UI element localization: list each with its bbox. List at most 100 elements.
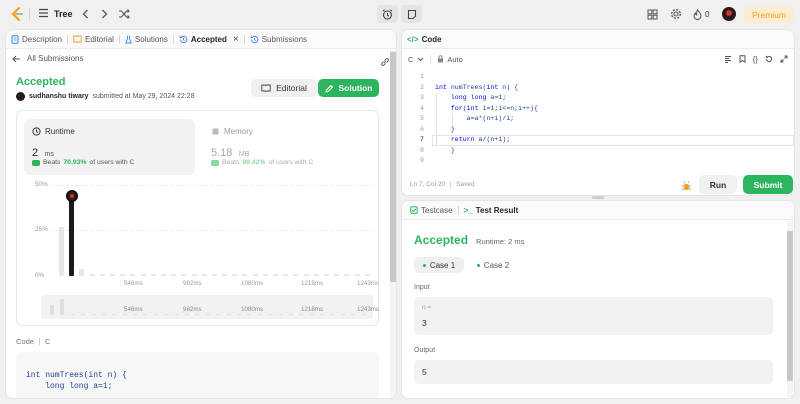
memory-header: Memory [211,127,253,136]
list-icon [38,5,49,23]
problem-list-button[interactable]: Tree [38,6,73,22]
runtime-bar[interactable] [242,274,248,276]
scrollbar-thumb[interactable] [787,231,793,381]
runtime-bar[interactable] [303,274,309,276]
debugger-icon[interactable] [681,179,692,195]
grid-icon [647,9,657,19]
indent-guide [436,135,437,146]
tab-description[interactable]: Description [6,30,67,49]
beats-prefix: Beats [222,159,240,166]
runtime-bar[interactable] [191,274,197,276]
next-problem-button[interactable] [98,7,111,21]
editorial-button-label: Editorial [276,83,307,93]
runtime-bar[interactable] [140,274,146,276]
layout-button[interactable] [645,7,659,21]
prev-problem-button[interactable] [79,7,92,21]
runtime-bar[interactable] [283,274,289,276]
run-button[interactable]: Run [699,175,737,194]
line-number: 3 [420,94,424,101]
format-icon[interactable] [724,55,732,63]
case-1-tab[interactable]: Case 1 [414,257,464,273]
language-select[interactable]: C [408,55,424,64]
minimap-tick-label: 1243ms [357,306,380,313]
streak-counter[interactable]: 0 [693,7,709,21]
line-number: 5 [420,115,424,122]
tab-submissions[interactable]: Submissions [245,30,312,49]
code-area[interactable]: 1 2 3 4 5 6 7 8 9 int numTrees(int n) { long lon… [402,72,794,172]
scrollbar-thumb[interactable] [390,52,396,282]
premium-button[interactable]: Premium [744,6,794,23]
indent-guide [452,114,453,125]
runtime-bar[interactable] [120,274,126,276]
runtime-bar[interactable] [262,274,268,276]
runtime-bar[interactable] [334,274,340,276]
line-number: 7 [420,136,424,143]
editorial-button[interactable]: Editorial [251,79,317,97]
bookmark-icon[interactable] [739,55,746,63]
runtime-bar[interactable] [79,268,85,276]
saved-status: Saved [456,181,475,188]
tab-solutions[interactable]: Solutions [120,30,173,49]
tab-code-label: Code [421,34,442,44]
runtime-bar[interactable] [232,274,238,276]
runtime-bar[interactable] [293,274,299,276]
username[interactable]: sudhanshu tiwary [29,93,89,100]
close-icon[interactable]: × [233,34,239,45]
left-scrollbar[interactable] [390,50,396,398]
tab-editorial[interactable]: Editorial [68,30,119,49]
timer-button[interactable] [377,5,398,23]
tab-code[interactable]: </> Code [402,30,447,49]
submitted-code-block[interactable]: int numTrees(int n) { long long a=1; [16,352,379,398]
submit-button[interactable]: Submit [743,175,793,194]
runtime-box[interactable]: Runtime 2 ms Beats 70.93% of users with … [24,119,195,175]
settings-button[interactable] [669,7,683,21]
memory-box[interactable]: Memory 5.18 MB Beats 99.42% of users wit… [203,119,373,175]
notes-button[interactable] [401,5,422,23]
random-problem-button[interactable] [116,7,131,21]
panel-resize-handle[interactable] [592,196,604,199]
leetcode-logo-icon[interactable] [9,7,24,22]
tab-test-result[interactable]: >_ Test Result [459,201,524,220]
runtime-bar[interactable] [252,274,258,276]
runtime-bar[interactable] [313,274,319,276]
all-submissions-link[interactable]: All Submissions [12,54,83,63]
runtime-bar[interactable] [160,274,166,276]
solution-button[interactable]: Solution [318,79,379,97]
avatar[interactable] [16,92,25,101]
runtime-bar[interactable] [324,274,330,276]
runtime-bar[interactable] [211,274,217,276]
runtime-bar[interactable] [354,274,360,276]
tab-testcase[interactable]: Testcase [405,201,458,220]
avatar[interactable] [722,7,736,21]
runtime-bar[interactable] [222,274,228,276]
runtime-bar[interactable] [99,274,105,276]
runtime-distribution-chart[interactable]: 50% 25% 0% 546ms 982ms 1080ms 1218ms 1243ms [17,181,379,289]
your-submission-avatar-marker[interactable] [65,189,78,202]
runtime-bar[interactable] [344,274,350,276]
case-2-tab[interactable]: Case 2 [468,257,518,273]
code-editor-panel: </> Code C Auto {} 1 2 3 4 5 6 7 8 9 int numTree… [401,29,795,196]
braces-icon[interactable]: {} [753,55,758,64]
runtime-bar[interactable] [273,274,279,276]
runtime-bar[interactable] [89,274,95,276]
tab-testcase-label: Testcase [421,205,453,215]
autosave-toggle[interactable]: Auto [437,55,463,64]
submission-status: Accepted [16,76,66,88]
runtime-bar[interactable] [364,274,370,276]
runtime-bar[interactable] [150,274,156,276]
y-tick-25: 25% [35,226,48,233]
reset-icon[interactable] [765,55,773,63]
expand-icon[interactable] [780,55,788,63]
chart-minimap[interactable]: 546ms 982ms 1080ms 1218ms 1243ms [41,295,379,319]
runtime-bar[interactable] [130,274,136,276]
runtime-bar[interactable] [109,274,115,276]
result-scrollbar[interactable] [787,221,793,397]
highlighted-runtime-bar[interactable] [69,195,75,276]
runtime-bar[interactable] [59,226,64,276]
runtime-bar[interactable] [201,274,207,276]
runtime-bar[interactable] [181,274,187,276]
share-link-icon[interactable] [380,54,390,72]
editor-status-bar: Ln 7, Col 20 Saved [410,181,475,188]
runtime-bar[interactable] [171,274,177,276]
tab-accepted[interactable]: Accepted × [174,30,244,49]
